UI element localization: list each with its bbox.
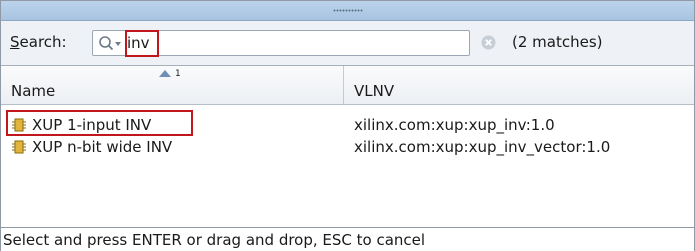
search-label: Search: xyxy=(10,32,67,52)
table-row[interactable]: XUP 1-input INV xilinx.com:xup:xup_inv:1… xyxy=(1,115,694,135)
ip-catalog-table: 1 Name VLNV XUP 1-input INV xilinx.com:x… xyxy=(1,65,694,227)
table-row[interactable]: XUP n-bit wide INV xilinx.com:xup:xup_in… xyxy=(1,137,694,157)
row-name-cell[interactable]: XUP 1-input INV xyxy=(12,115,151,135)
ip-core-icon xyxy=(12,118,26,132)
sort-ascending-icon xyxy=(159,70,171,77)
status-bar: Select and press ENTER or drag and drop,… xyxy=(1,227,694,251)
row-name: XUP n-bit wide INV xyxy=(32,138,173,156)
status-text: Select and press ENTER or drag and drop,… xyxy=(3,231,426,249)
row-name: XUP 1-input INV xyxy=(32,116,152,134)
add-ip-panel: Search: (2 matches) 1 Name VLNV xyxy=(0,0,695,251)
sort-order: 1 xyxy=(175,69,181,79)
search-box[interactable] xyxy=(92,30,470,56)
clear-icon[interactable] xyxy=(481,35,496,50)
search-row: Search: (2 matches) xyxy=(1,21,694,65)
drag-handle[interactable] xyxy=(1,1,694,21)
column-header-vlnv[interactable]: VLNV xyxy=(344,66,694,104)
search-label-text: earch: xyxy=(19,33,67,51)
table-header: 1 Name VLNV xyxy=(1,66,694,105)
column-header-vlnv-label: VLNV xyxy=(354,82,395,100)
row-vlnv: xilinx.com:xup:xup_inv:1.0 xyxy=(354,116,555,134)
row-vlnv: xilinx.com:xup:xup_inv_vector:1.0 xyxy=(354,138,611,156)
sort-indicator: 1 xyxy=(159,67,181,81)
column-header-name[interactable]: 1 Name xyxy=(1,66,344,104)
match-count: (2 matches) xyxy=(512,33,603,51)
ip-core-icon xyxy=(12,140,26,154)
column-header-name-label: Name xyxy=(11,82,56,100)
search-icon[interactable] xyxy=(98,35,124,53)
search-input[interactable] xyxy=(127,33,427,53)
grip-icon[interactable] xyxy=(333,9,363,12)
search-label-mnemonic: S xyxy=(10,33,20,51)
row-name-cell[interactable]: XUP n-bit wide INV xyxy=(12,137,172,157)
